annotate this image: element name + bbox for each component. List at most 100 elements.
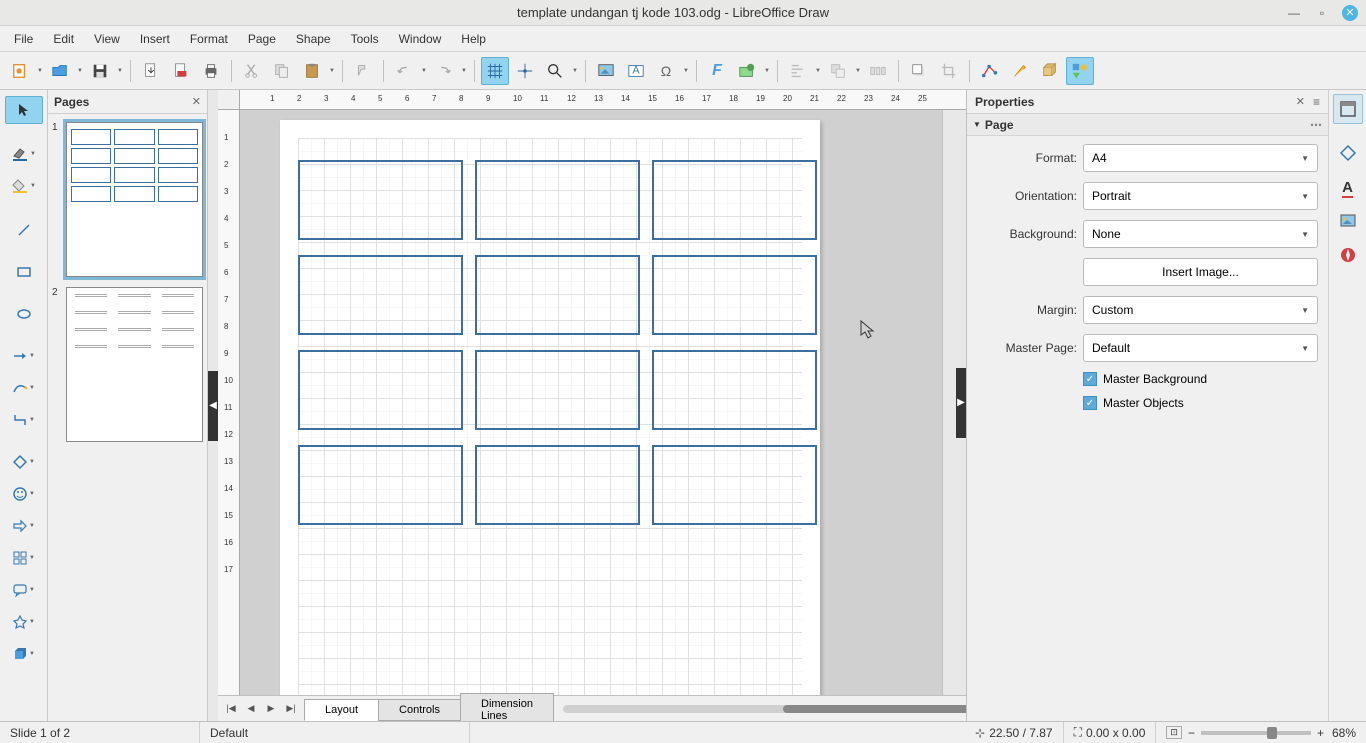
pages-splitter[interactable]: ◀ [208,90,218,721]
rectangle-tool[interactable] [5,258,43,286]
save-dropdown[interactable]: ▼ [116,68,124,74]
shape-rectangle[interactable] [475,255,640,335]
menu-page[interactable]: Page [238,28,286,50]
ellipse-tool[interactable] [5,300,43,328]
3d-tool[interactable]: ▼ [5,640,43,668]
shape-rectangle[interactable] [298,350,463,430]
insert-special-char-button[interactable]: Ω [652,57,680,85]
insert-image-button-sidebar[interactable]: Insert Image... [1083,258,1318,286]
close-button[interactable]: ✕ [1342,5,1358,21]
sidebar-tab-shapes[interactable] [1333,138,1363,168]
shape-rectangle[interactable] [475,445,640,525]
menu-format[interactable]: Format [180,28,238,50]
select-tool[interactable] [5,96,43,124]
right-splitter[interactable]: ▶ [956,110,966,695]
draw-functions-button[interactable] [1066,57,1094,85]
redo-button[interactable] [430,57,458,85]
shadow-button[interactable] [905,57,933,85]
symbol-shapes-tool[interactable]: ▼ [5,480,43,508]
pages-close-icon[interactable]: ✕ [192,95,201,108]
shape-rectangle[interactable] [475,160,640,240]
last-page-button[interactable]: ▶| [282,700,300,718]
minimize-button[interactable]: — [1286,5,1302,21]
menu-view[interactable]: View [84,28,130,50]
line-tool[interactable] [5,216,43,244]
menu-shape[interactable]: Shape [286,28,341,50]
shape-rectangle[interactable] [652,160,817,240]
sidebar-tab-navigator[interactable] [1333,240,1363,270]
fontwork-button[interactable]: F [703,57,731,85]
copy-button[interactable] [268,57,296,85]
menu-insert[interactable]: Insert [130,28,180,50]
open-dropdown[interactable]: ▼ [76,68,84,74]
flowchart-tool[interactable]: ▼ [5,544,43,572]
menu-window[interactable]: Window [389,28,452,50]
callout-tool[interactable]: ▼ [5,576,43,604]
sidebar-tab-styles[interactable]: A [1333,172,1363,202]
master-background-checkbox[interactable]: ✓ [1083,372,1097,386]
undo-button[interactable] [390,57,418,85]
line-color-tool[interactable]: ▼ [5,140,43,168]
prev-page-button[interactable]: ◀ [242,700,260,718]
background-select[interactable]: None▼ [1083,220,1318,248]
shape-rectangle[interactable] [652,350,817,430]
redo-dropdown[interactable]: ▼ [460,68,468,74]
connector-tool[interactable]: ▼ [5,406,43,434]
horizontal-ruler[interactable]: 1234567891011121314151617181920212223242… [240,90,966,110]
shape-rectangle[interactable] [298,445,463,525]
basic-shapes-tool[interactable]: ▼ [5,448,43,476]
arrange-button[interactable] [824,57,852,85]
paste-dropdown[interactable]: ▼ [328,68,336,74]
sidebar-tab-gallery[interactable] [1333,206,1363,236]
new-button[interactable] [6,57,34,85]
shape-rectangle[interactable] [298,255,463,335]
sidebar-menu-icon[interactable]: ≡ [1313,95,1320,109]
glue-points-button[interactable] [1006,57,1034,85]
grid-button[interactable] [481,57,509,85]
clone-format-button[interactable] [349,57,377,85]
page-thumbnail-1[interactable] [66,122,203,277]
orientation-select[interactable]: Portrait▼ [1083,182,1318,210]
properties-close-icon[interactable]: ✕ [1296,95,1305,109]
zoom-button[interactable] [541,57,569,85]
format-select[interactable]: A4▼ [1083,144,1318,172]
zoom-dropdown[interactable]: ▼ [571,68,579,74]
align-dropdown[interactable]: ▼ [814,68,822,74]
maximize-button[interactable]: ▫ [1314,5,1330,21]
next-page-button[interactable]: ▶ [262,700,280,718]
tab-dimension-lines[interactable]: Dimension Lines [460,693,554,722]
paste-button[interactable] [298,57,326,85]
curve-tool[interactable]: ▼ [5,374,43,402]
horizontal-scrollbar[interactable] [563,705,966,713]
tab-layout[interactable]: Layout [304,699,379,721]
menu-help[interactable]: Help [451,28,496,50]
zoom-fit-button[interactable]: ⊡ [1166,726,1182,739]
menu-tools[interactable]: Tools [341,28,389,50]
drawing-page[interactable] [280,120,820,695]
arrange-dropdown[interactable]: ▼ [854,68,862,74]
zoom-value[interactable]: 68% [1332,726,1356,740]
open-button[interactable] [46,57,74,85]
first-page-button[interactable]: |◀ [222,700,240,718]
master-select[interactable]: Default▼ [1083,334,1318,362]
master-objects-checkbox[interactable]: ✓ [1083,396,1097,410]
cut-button[interactable] [238,57,266,85]
export-button[interactable] [137,57,165,85]
edit-points-button[interactable] [976,57,1004,85]
canvas-viewport[interactable] [240,110,942,695]
margin-select[interactable]: Custom▼ [1083,296,1318,324]
distribute-button[interactable] [864,57,892,85]
undo-dropdown[interactable]: ▼ [420,68,428,74]
section-more-icon[interactable]: ⋯ [1310,118,1322,132]
zoom-in-button[interactable]: + [1317,726,1324,740]
export-pdf-button[interactable] [167,57,195,85]
tab-controls[interactable]: Controls [378,699,461,721]
page-thumbnail-2[interactable] [66,287,203,442]
shape-rectangle[interactable] [475,350,640,430]
arrow-tool[interactable]: ▼ [5,342,43,370]
crop-button[interactable] [935,57,963,85]
zoom-out-button[interactable]: − [1188,726,1195,740]
star-tool[interactable]: ▼ [5,608,43,636]
shape-rectangle[interactable] [652,445,817,525]
hyperlink-dropdown[interactable]: ▼ [763,68,771,74]
